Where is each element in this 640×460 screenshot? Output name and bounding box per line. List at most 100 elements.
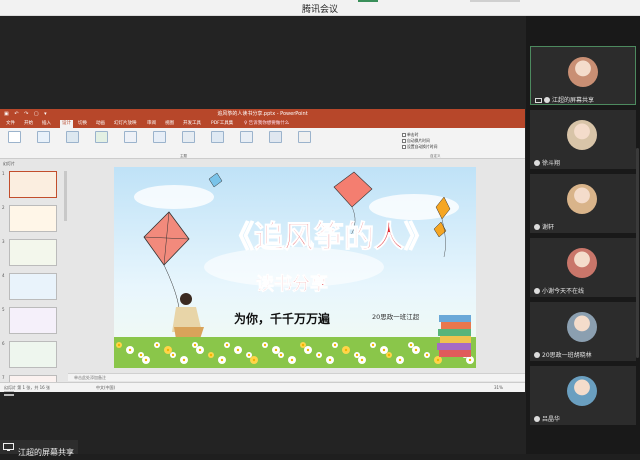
- theme-thumbnail[interactable]: [182, 131, 195, 143]
- participant-panel: 江超的屏幕共享徐斗翔谢轩小谢今天不在线 20思政一班胡晓林 吕晶华: [526, 16, 640, 454]
- status-zoom[interactable]: 31%: [494, 385, 503, 390]
- ribbon-group-theme: 主题: [180, 154, 187, 158]
- slide-thumbnail[interactable]: [9, 341, 57, 368]
- top-bar: 腾讯会议: [0, 0, 640, 16]
- theme-thumbnail[interactable]: [95, 131, 108, 143]
- participant-scrollbar[interactable]: [636, 148, 639, 358]
- participant-tile[interactable]: 江超的屏幕共享: [530, 46, 636, 105]
- ribbon-tab[interactable]: 开发工具: [183, 120, 201, 126]
- ribbon-tab[interactable]: 切换: [78, 120, 87, 126]
- ribbon-tab[interactable]: 插入: [42, 120, 51, 126]
- slide-thumbnail[interactable]: [9, 171, 57, 198]
- participant-name-row: 吕晶华: [534, 414, 560, 423]
- ribbon-tab[interactable]: 文件: [6, 120, 15, 126]
- ribbon-tab[interactable]: 视图: [165, 120, 174, 126]
- slide-subtitle: 读书分享: [256, 273, 328, 295]
- notes-pane[interactable]: 单击此处添加备注: [68, 373, 525, 381]
- participant-name: 谢轩: [542, 224, 555, 231]
- slide-tagline: 为你，千千万万遍: [234, 311, 331, 326]
- screen-share-icon: [535, 98, 542, 103]
- theme-thumbnail[interactable]: [298, 131, 311, 143]
- slide-number: 7: [2, 375, 5, 380]
- status-language[interactable]: 中文(中国): [96, 385, 115, 391]
- slide-thumbnail[interactable]: [9, 273, 57, 300]
- theme-thumbnail[interactable]: [153, 131, 166, 143]
- option-label: 设置自动换片时间: [407, 144, 438, 149]
- checkbox-icon[interactable]: [402, 145, 406, 149]
- slide-number: 3: [2, 239, 5, 244]
- slide-author: 20思政一班江超: [372, 312, 420, 321]
- checkbox-icon[interactable]: [402, 139, 406, 143]
- checkbox-icon[interactable]: [402, 133, 406, 137]
- theme-thumbnail[interactable]: [240, 131, 253, 143]
- participant-name-row: 江超的屏幕共享: [535, 95, 594, 104]
- microphone-icon: [534, 224, 540, 230]
- participant-tile[interactable]: 小谢今天不在线: [530, 238, 636, 297]
- screen-share-icon: [3, 443, 14, 451]
- thumbnail-scrollbar[interactable]: [64, 171, 67, 221]
- participant-name-row: 20思政一班胡晓林: [534, 350, 592, 359]
- slide-number: 4: [2, 273, 5, 278]
- books-illustration: [437, 315, 471, 357]
- ribbon-tab[interactable]: PDF工具集: [211, 120, 233, 126]
- ribbon-tab[interactable]: 幻灯片放映: [114, 120, 137, 126]
- powerpoint-window: ▣ ↶ ↷ ▢ ▾ 追风筝的人读书分享.pptx - PowerPoint 文件…: [0, 109, 525, 392]
- screen-share-label: 江超的屏幕共享: [0, 440, 78, 457]
- slide-thumbnails: 12345678: [0, 167, 68, 392]
- participant-avatar: [567, 376, 597, 406]
- participant-tile[interactable]: 谢轩: [530, 174, 636, 233]
- notes-placeholder: 单击此处添加备注: [74, 375, 106, 380]
- menu-icon[interactable]: [4, 388, 14, 396]
- shared-screen-area: ▣ ↶ ↷ ▢ ▾ 追风筝的人读书分享.pptx - PowerPoint 文件…: [0, 16, 526, 454]
- slide-title: 《追风筝的人》: [224, 220, 434, 255]
- slide-number: 2: [2, 205, 5, 210]
- ribbon-tab[interactable]: 开始: [24, 120, 33, 126]
- microphone-icon: [534, 288, 540, 294]
- participant-name-row: 谢轩: [534, 222, 554, 231]
- participant-avatar: [567, 248, 597, 278]
- ribbon-tab[interactable]: 审阅: [147, 120, 156, 126]
- participant-tile[interactable]: 吕晶华: [530, 366, 636, 425]
- ppt-window-title: 追风筝的人读书分享.pptx - PowerPoint: [217, 111, 308, 117]
- slide-thumbnail[interactable]: [9, 307, 57, 334]
- ribbon-tab[interactable]: 设计: [60, 120, 73, 128]
- slide-number: 5: [2, 307, 5, 312]
- ppt-title-bar: ▣ ↶ ↷ ▢ ▾ 追风筝的人读书分享.pptx - PowerPoint: [0, 109, 525, 119]
- microphone-icon: [544, 97, 550, 103]
- slide-artwork: 《追风筝的人》 读书分享 为你，千千万万遍 20思政一班江超: [114, 167, 476, 368]
- participant-name-row: 小谢今天不在线: [534, 286, 584, 295]
- theme-thumbnail[interactable]: [211, 131, 224, 143]
- participant-tile[interactable]: 20思政一班胡晓林: [530, 302, 636, 361]
- slide-canvas[interactable]: 《追风筝的人》 读书分享 为你，千千万万遍 20思政一班江超: [114, 167, 476, 368]
- microphone-icon: [534, 416, 540, 422]
- theme-thumbnail[interactable]: [8, 131, 21, 143]
- slide-number: 6: [2, 341, 5, 346]
- participant-avatar: [568, 57, 598, 87]
- participant-name: 小谢今天不在线: [542, 288, 585, 295]
- participant-name: 20思政一班胡晓林: [542, 352, 592, 359]
- participant-tile[interactable]: 徐斗翔: [530, 110, 636, 169]
- participant-name-row: 徐斗翔: [534, 158, 560, 167]
- participant-avatar: [567, 312, 597, 342]
- theme-thumbnail[interactable]: [66, 131, 79, 143]
- tell-me-search[interactable]: ♀ 告诉我你想要做什么: [244, 120, 289, 126]
- slide-thumbnail[interactable]: [9, 205, 57, 232]
- participant-name: 徐斗翔: [542, 160, 561, 167]
- option-label: 单击时: [407, 132, 419, 137]
- transition-option[interactable]: 设置自动换片时间: [402, 144, 437, 150]
- slide-thumbnail[interactable]: [9, 239, 57, 266]
- microphone-icon: [534, 352, 540, 358]
- participant-name: 吕晶华: [542, 416, 561, 423]
- meeting-title: 腾讯会议: [301, 5, 338, 15]
- theme-thumbnail[interactable]: [37, 131, 50, 143]
- status-bar: 幻灯片 第 1 张，共 16 张 中文(中国) 31%: [0, 382, 525, 392]
- participant-avatar: [567, 120, 597, 150]
- ribbon-tab[interactable]: 动画: [96, 120, 105, 126]
- ribbon-tabs: 文件 开始 插入 设计 切换 动画 幻灯片放映 审阅 视图 开发工具 PDF工具集 ♀ 告诉我你想要做…: [0, 119, 525, 128]
- microphone-icon: [534, 160, 540, 166]
- theme-thumbnail[interactable]: [124, 131, 137, 143]
- participant-name: 江超的屏幕共享: [552, 97, 595, 104]
- ribbon: 主题 自定义 单击时 自动换片时间 设置自动换片时间: [0, 128, 525, 159]
- option-label: 自动换片时间: [407, 138, 430, 143]
- theme-thumbnail[interactable]: [269, 131, 282, 143]
